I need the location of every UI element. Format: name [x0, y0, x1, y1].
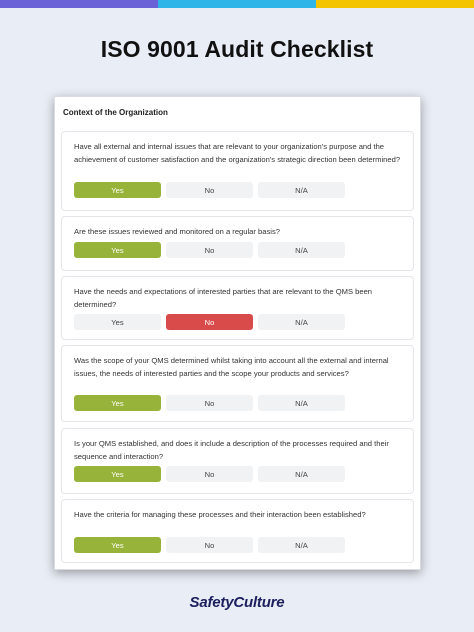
answer-no-button[interactable]: No: [166, 466, 253, 482]
answer-na-button[interactable]: N/A: [258, 242, 345, 258]
answer-no-button[interactable]: No: [166, 395, 253, 411]
answer-na-button[interactable]: N/A: [258, 537, 345, 553]
question-card: Have the needs and expectations of inter…: [61, 276, 414, 340]
question-text: Was the scope of your QMS determined whi…: [74, 356, 389, 378]
question-text: Have the needs and expectations of inter…: [74, 287, 373, 309]
question-card: Are these issues reviewed and monitored …: [61, 216, 414, 271]
answer-no-button[interactable]: No: [166, 242, 253, 258]
answer-no-button[interactable]: No: [166, 182, 253, 198]
page-title: ISO 9001 Audit Checklist: [100, 36, 374, 62]
answer-no-button[interactable]: No: [166, 314, 253, 330]
answer-group: Yes No N/A: [74, 182, 345, 198]
answer-yes-button[interactable]: Yes: [74, 466, 161, 482]
answer-yes-button[interactable]: Yes: [74, 182, 161, 198]
question-card: Was the scope of your QMS determined whi…: [61, 345, 414, 422]
section-title: Context of the Organization: [63, 108, 168, 117]
question-text: Are these issues reviewed and monitored …: [74, 227, 280, 236]
answer-na-button[interactable]: N/A: [258, 182, 345, 198]
answer-yes-button[interactable]: Yes: [74, 395, 161, 411]
question-card: Have the criteria for managing these pro…: [61, 499, 414, 563]
answer-na-button[interactable]: N/A: [258, 395, 345, 411]
top-color-bar: [0, 0, 474, 8]
question-text: Is your QMS established, and does it inc…: [74, 439, 389, 461]
top-bar-yellow: [316, 0, 474, 8]
answer-group: Yes No N/A: [74, 537, 345, 553]
answer-group: Yes No N/A: [74, 466, 345, 482]
answer-na-button[interactable]: N/A: [258, 314, 345, 330]
safetyculture-logo: SafetyCulture: [189, 594, 285, 611]
answer-yes-button[interactable]: Yes: [74, 537, 161, 553]
answer-group: Yes No N/A: [74, 395, 345, 411]
answer-group: Yes No N/A: [74, 314, 345, 330]
top-bar-blue: [158, 0, 316, 8]
answer-na-button[interactable]: N/A: [258, 466, 345, 482]
answer-yes-button[interactable]: Yes: [74, 314, 161, 330]
question-text: Have all external and internal issues th…: [74, 142, 401, 164]
answer-no-button[interactable]: No: [166, 537, 253, 553]
top-bar-purple: [0, 0, 158, 8]
answer-yes-button[interactable]: Yes: [74, 242, 161, 258]
question-card: Have all external and internal issues th…: [61, 131, 414, 211]
answer-group: Yes No N/A: [74, 242, 345, 258]
question-text: Have the criteria for managing these pro…: [74, 510, 366, 519]
question-card: Is your QMS established, and does it inc…: [61, 428, 414, 494]
checklist-card: Context of the Organization Have all ext…: [54, 96, 421, 570]
